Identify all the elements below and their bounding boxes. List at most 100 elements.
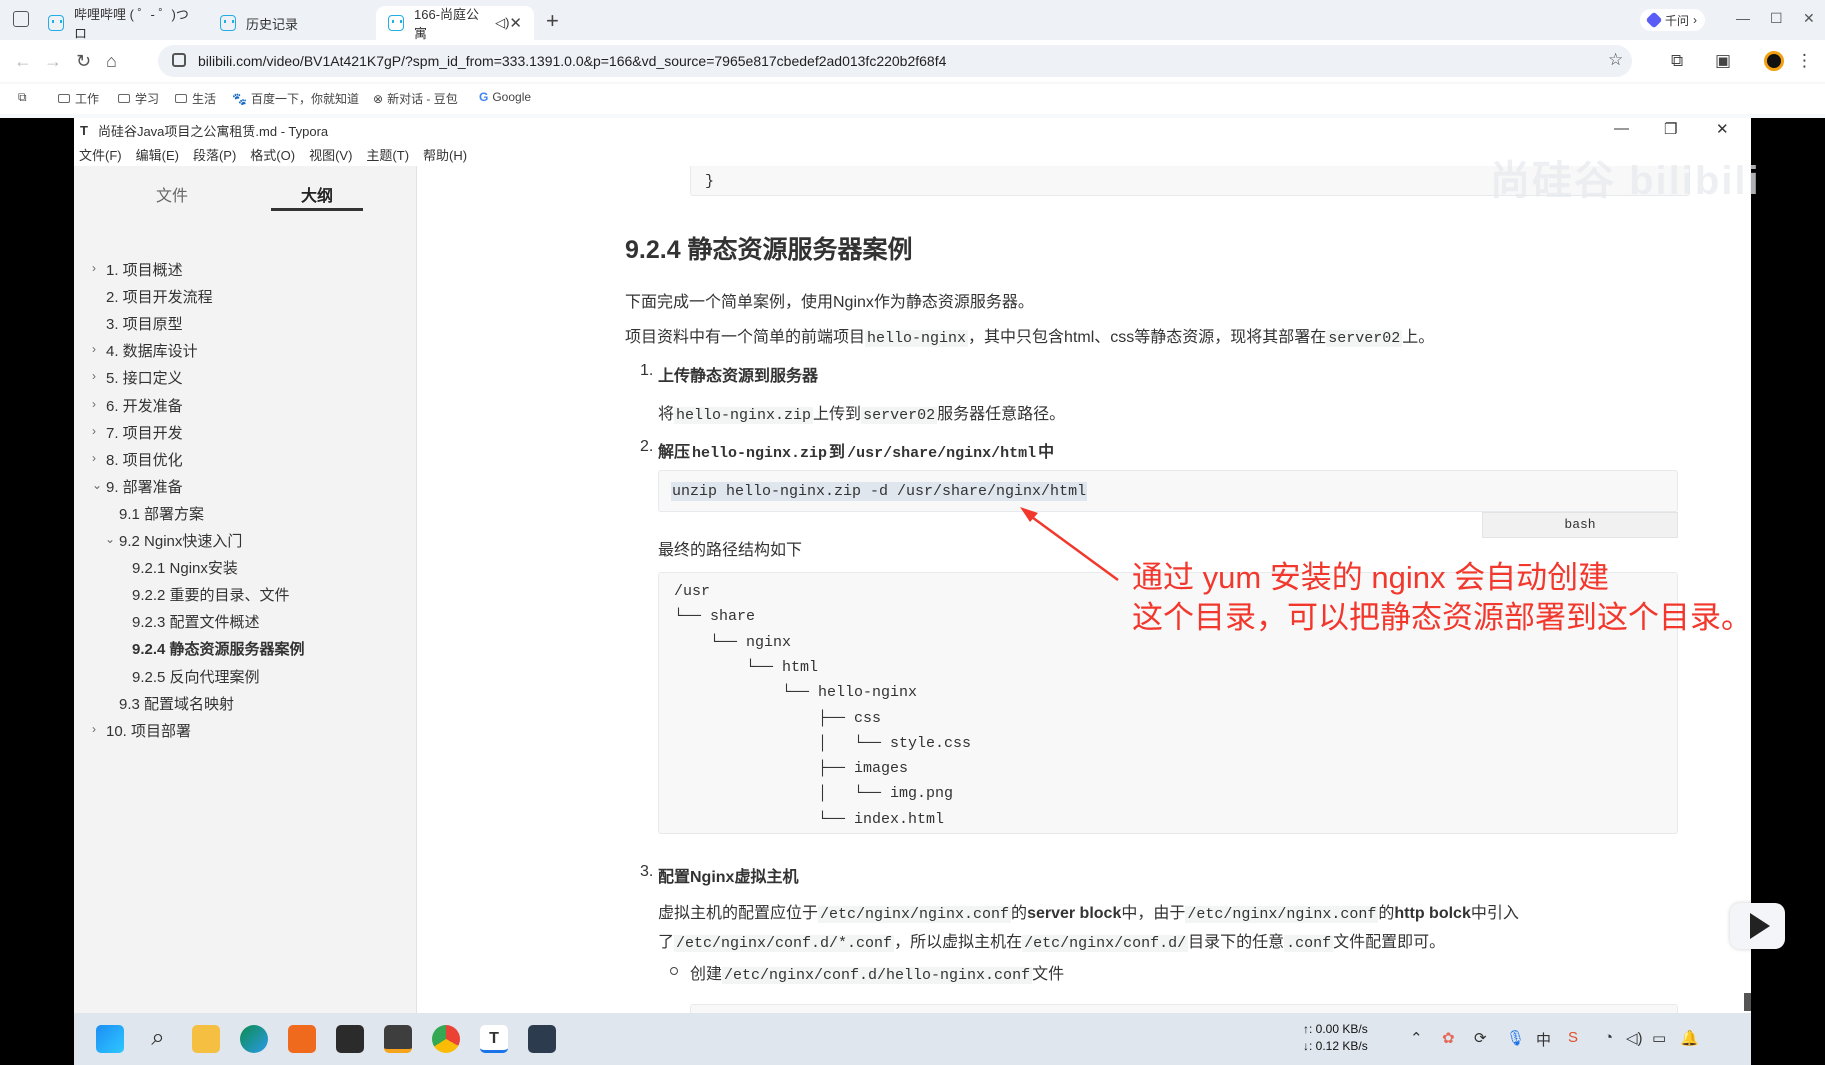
volume-icon[interactable]: ◁)	[1626, 1029, 1643, 1047]
outline-item[interactable]: 3. 项目原型	[106, 313, 183, 334]
outline-item[interactable]: 10. 项目部署	[106, 720, 191, 741]
app-terminal-green-icon[interactable]	[528, 1025, 556, 1053]
outline-item[interactable]: 6. 开发准备	[106, 395, 183, 416]
menu-file[interactable]: 文件(F)	[79, 145, 122, 164]
extensions-icon[interactable]: ⧉	[1671, 51, 1683, 71]
terminal-icon[interactable]	[336, 1025, 364, 1053]
outline-item[interactable]: 9.3 配置域名映射	[119, 693, 234, 714]
typora-icon[interactable]: T	[480, 1025, 508, 1053]
bookmarks-manager-icon[interactable]: ⧉	[18, 90, 27, 105]
bookmark-folder-work[interactable]: 工作	[58, 90, 99, 107]
chevron-right-icon[interactable]: ›	[92, 261, 96, 275]
outline-item[interactable]: 9.2.3 配置文件概述	[132, 611, 260, 632]
back-icon[interactable]: ←	[14, 51, 32, 72]
chevron-up-icon[interactable]: ⌃	[1410, 1029, 1423, 1047]
minimize-icon[interactable]: —	[1614, 120, 1629, 137]
minimize-icon[interactable]: —	[1736, 10, 1750, 26]
chevron-right-icon[interactable]: ›	[92, 369, 96, 383]
notification-icon[interactable]: 🔔	[1680, 1029, 1699, 1047]
outline-item[interactable]: 7. 项目开发	[106, 422, 183, 443]
close-icon[interactable]: ✕	[509, 14, 522, 32]
avatar[interactable]	[1764, 51, 1784, 71]
restore-icon[interactable]: ❐	[1664, 120, 1677, 138]
address-bar[interactable]: bilibili.com/video/BV1At421K7gP/?spm_id_…	[158, 45, 1632, 77]
bookmark-folder-study[interactable]: 学习	[118, 90, 159, 107]
window-title: 尚硅谷Java项目之公寓租赁.md - Typora	[97, 123, 329, 139]
menu-format[interactable]: 格式(O)	[250, 145, 295, 164]
qianwen-button[interactable]: 千问 ›	[1640, 9, 1706, 31]
close-icon[interactable]: ✕	[1716, 120, 1729, 138]
chevron-right-icon[interactable]: ›	[92, 424, 96, 438]
outline-item[interactable]: 4. 数据库设计	[106, 340, 198, 361]
chevron-right-icon[interactable]: ›	[92, 451, 96, 465]
editor-scrollbar[interactable]	[1744, 993, 1751, 1011]
tab-history[interactable]: 历史记录	[208, 6, 376, 40]
battery-icon[interactable]: ▭	[1652, 1029, 1666, 1047]
bookmark-baidu[interactable]: 🐾 百度一下，你就知道	[232, 90, 359, 107]
outline-item[interactable]: 9.2.5 反向代理案例	[132, 666, 260, 687]
tab-outline[interactable]: 大纲	[301, 182, 333, 206]
menu-help[interactable]: 帮助(H)	[423, 145, 467, 164]
home-icon[interactable]: ⌂	[106, 51, 117, 72]
tab-actions-icon[interactable]	[13, 11, 29, 27]
outline-item[interactable]: 9.2.2 重要的目录、文件	[132, 584, 290, 605]
menu-paragraph[interactable]: 段落(P)	[193, 145, 236, 164]
chevron-right-icon[interactable]: ›	[92, 342, 96, 356]
chevron-right-icon[interactable]: ›	[92, 722, 96, 736]
sublime-icon[interactable]	[384, 1025, 412, 1053]
outline-item[interactable]: 5. 接口定义	[106, 367, 183, 388]
menu-theme[interactable]: 主题(T)	[366, 145, 409, 164]
outline-item[interactable]: 9.2.1 Nginx安装	[132, 557, 238, 578]
app-s-icon[interactable]: S	[1568, 1029, 1578, 1046]
outline-item[interactable]: 9.2 Nginx快速入门	[119, 530, 242, 551]
outline-item[interactable]: 9.1 部署方案	[119, 503, 204, 524]
outline-item[interactable]: 2. 项目开发流程	[106, 286, 213, 307]
site-info-icon[interactable]	[172, 53, 186, 67]
text-run: 中，由于	[1121, 905, 1186, 922]
code-text: }	[705, 173, 715, 190]
edge-icon[interactable]	[240, 1025, 268, 1053]
chevron-down-icon[interactable]: ⌄	[105, 532, 115, 546]
taskbar: ⌕ T ↑: 0.00 KB/s ↓: 0.12 KB/s ⌃ ✿ ⟳ 🎙 中 …	[74, 1013, 1751, 1065]
app-tray-icon[interactable]: ✿	[1442, 1029, 1455, 1047]
microphone-icon[interactable]: 🎙	[1506, 1029, 1525, 1047]
maximize-icon[interactable]: ☐	[1770, 10, 1783, 27]
file-explorer-icon[interactable]	[192, 1025, 220, 1053]
outline-item[interactable]: 9. 部署准备	[106, 476, 183, 497]
bookmark-folder-life[interactable]: 生活	[175, 90, 216, 107]
chevron-down-icon[interactable]: ⌄	[92, 478, 102, 492]
bookmark-google[interactable]: G Google	[479, 90, 531, 104]
code-block-unzip[interactable]: unzip hello-nginx.zip -d /usr/share/ngin…	[658, 470, 1678, 512]
input-method[interactable]: 中	[1536, 1029, 1551, 1050]
outline-item[interactable]: 8. 项目优化	[106, 449, 183, 470]
outline-item[interactable]: 1. 项目概述	[106, 259, 183, 280]
chevron-right-icon[interactable]: ›	[92, 397, 96, 411]
code-language-selector[interactable]: bash	[1482, 512, 1678, 538]
outline-item[interactable]: 9.2.4 静态资源服务器案例	[132, 638, 305, 659]
new-tab-button[interactable]: +	[546, 8, 559, 34]
text-run: 中	[1038, 444, 1055, 461]
search-icon[interactable]: ⌕	[144, 1025, 172, 1053]
screenshot-icon[interactable]: ▣	[1715, 51, 1731, 71]
bookmark-star-icon[interactable]: ☆	[1608, 50, 1623, 70]
menu-view[interactable]: 视图(V)	[309, 145, 352, 164]
code-block-next[interactable]	[690, 1004, 1678, 1013]
menu-edit[interactable]: 编辑(E)	[136, 145, 179, 164]
wifi-icon[interactable]: ◔	[1604, 1029, 1613, 1046]
play-button[interactable]	[1730, 903, 1785, 949]
app-orange-icon[interactable]	[288, 1025, 316, 1053]
tab-bilibili-home[interactable]: 哔哩哔哩 ( ゜- ゜)つロ	[36, 6, 208, 41]
forward-icon[interactable]: →	[44, 51, 62, 72]
speaker-icon[interactable]: ◁)	[495, 15, 509, 31]
tab-current-video[interactable]: 166-尚庭公寓 ◁) ✕	[376, 6, 534, 41]
chrome-icon[interactable]	[432, 1025, 460, 1053]
sync-icon[interactable]: ⟳	[1474, 1029, 1487, 1047]
close-window-icon[interactable]: ✕	[1803, 10, 1815, 27]
inline-code: /usr/share/nginx/html	[847, 445, 1037, 462]
windows-start-icon[interactable]	[96, 1025, 124, 1053]
bookmark-doubao[interactable]: ⊗ 新对话 - 豆包	[373, 90, 458, 107]
reload-icon[interactable]: ↻	[76, 51, 91, 72]
menu-icon[interactable]: ⋮	[1796, 51, 1813, 71]
tab-files[interactable]: 文件	[156, 182, 188, 206]
bookmark-label: 学习	[135, 92, 160, 106]
